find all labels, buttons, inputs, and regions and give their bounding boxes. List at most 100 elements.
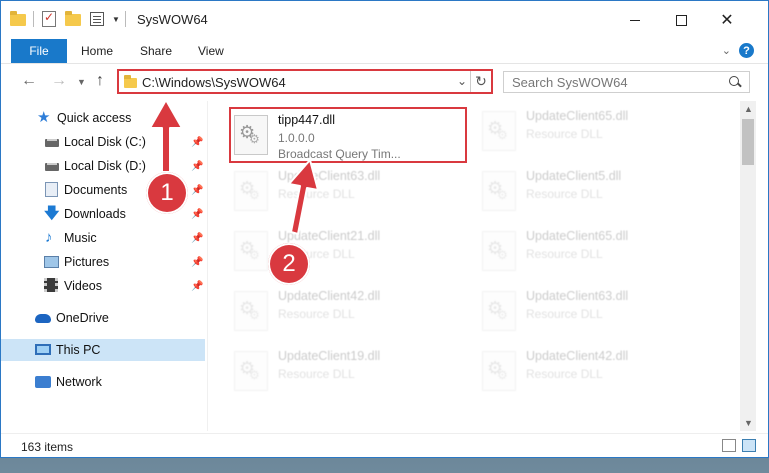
scrollbar-thumb[interactable] [742,119,754,165]
title-bar: ▼ SysWOW64 ✕ [1,1,768,39]
sidebar-item-label: Downloads [64,207,126,221]
file-tile[interactable]: UpdateClient63.dll Resource DLL [480,285,720,341]
pin-icon: 📌 [191,256,204,268]
recent-locations-icon[interactable]: ▼ [77,77,86,87]
file-name: UpdateClient65.dll [526,229,629,243]
forward-arrow-icon[interactable]: → [51,72,67,90]
address-bar[interactable]: C:\Windows\SysWOW64 ⌄ ↻ [117,69,493,94]
step-2-badge: 2 [268,243,310,285]
file-description: Resource DLL [278,307,355,321]
dll-file-icon [482,171,516,211]
up-arrow-icon[interactable]: ↑ [96,72,104,90]
disk-icon [45,134,61,150]
tab-share[interactable]: Share [140,39,172,63]
file-description: Resource DLL [278,187,355,201]
file-name: UpdateClient63.dll [278,169,381,183]
pin-icon: 📌 [191,280,204,292]
back-arrow-icon[interactable]: ← [21,72,37,90]
chevron-down-icon[interactable]: ▼ [112,15,120,24]
sidebar-item-label: This PC [56,343,101,357]
maximize-button[interactable] [658,1,704,39]
vertical-scrollbar[interactable]: ▲ ▼ [740,101,756,431]
sidebar-item-videos[interactable]: Videos 📌 [1,275,205,297]
divider [125,11,126,27]
file-tile[interactable]: UpdateClient5.dll Resource DLL [480,165,720,221]
sidebar-item-network[interactable]: Network [1,371,205,393]
pin-icon: 📌 [191,160,204,172]
help-icon[interactable]: ? [739,43,754,58]
file-description: Resource DLL [526,247,603,261]
scroll-down-icon[interactable]: ▼ [744,418,753,428]
dll-file-icon [482,351,516,391]
ribbon-tabs: File Home Share View ⌄ ? [1,39,768,63]
refresh-icon[interactable]: ↻ [470,71,491,92]
music-icon: ♪ [45,229,53,246]
minimize-icon [630,19,640,21]
sidebar-item-label: Quick access [57,111,132,125]
sidebar-item-label: Network [56,375,102,389]
details-view-icon[interactable] [722,439,736,452]
pin-icon: 📌 [191,208,204,220]
customize-toolbar-icon[interactable] [88,10,106,28]
sidebar-item-label: Local Disk (C:) [64,135,146,149]
status-bar: 163 items [1,433,768,457]
tab-view[interactable]: View [198,39,224,63]
file-tile[interactable]: UpdateClient21.dll Resource DLL [232,225,472,281]
cloud-icon [35,310,51,326]
dll-file-icon [234,231,268,271]
tab-home[interactable]: Home [81,39,113,63]
new-folder-icon[interactable] [64,10,82,28]
close-icon: ✕ [720,12,734,29]
dll-file-icon [482,231,516,271]
file-name: UpdateClient42.dll [278,289,381,303]
file-name: UpdateClient21.dll [278,229,381,243]
divider [33,11,34,27]
file-tile[interactable]: UpdateClient42.dll Resource DLL [480,345,720,401]
file-tile[interactable]: UpdateClient65.dll Resource DLL [480,225,720,281]
file-tile[interactable]: UpdateClient63.dll Resource DLL [232,165,472,221]
pin-icon: 📌 [191,232,204,244]
chevron-down-icon[interactable]: ⌄ [457,74,467,88]
sidebar-item-quick-access[interactable]: ★ Quick access [1,107,205,129]
file-tile[interactable]: UpdateClient42.dll Resource DLL [232,285,472,341]
address-row: ← → ▼ ↑ C:\Windows\SysWOW64 ⌄ ↻ Search S… [1,63,768,99]
sidebar-item-music[interactable]: ♪ Music 📌 [1,227,205,249]
dll-file-icon [234,351,268,391]
sidebar-item-this-pc[interactable]: This PC [1,339,205,361]
sidebar-item-label: Music [64,231,97,245]
highlight-box [229,107,467,163]
sidebar-item-label: Local Disk (D:) [64,159,146,173]
search-input[interactable]: Search SysWOW64 [503,71,750,93]
explorer-window: ▼ SysWOW64 ✕ File Home Share View ⌄ ? ← … [0,0,769,458]
sidebar-item-label: Videos [64,279,102,293]
search-icon [729,76,741,88]
expand-ribbon-icon[interactable]: ⌄ [722,44,731,57]
file-name: UpdateClient63.dll [526,289,629,303]
properties-check-icon[interactable] [40,10,58,28]
address-path[interactable]: C:\Windows\SysWOW64 [142,75,286,90]
file-tile[interactable]: UpdateClient19.dll Resource DLL [232,345,472,401]
sidebar-item-onedrive[interactable]: OneDrive [1,307,205,329]
maximize-icon [675,14,687,26]
disk-icon [45,158,61,174]
file-name: UpdateClient42.dll [526,349,629,363]
dll-file-icon [234,171,268,211]
file-description: Resource DLL [278,367,355,381]
tiles-view-icon[interactable] [742,439,756,452]
download-icon: 🡇 [44,205,60,222]
dll-file-icon [482,111,516,151]
sidebar-item-label: Pictures [64,255,110,269]
scroll-up-icon[interactable]: ▲ [744,104,753,114]
network-icon [35,374,51,390]
sidebar-item-pictures[interactable]: Pictures 📌 [1,251,205,273]
tab-file[interactable]: File [11,39,67,63]
star-icon: ★ [37,109,51,126]
sidebar-item-label: Documents [64,183,128,197]
minimize-button[interactable] [612,1,658,39]
sidebar-item-local-disk-c[interactable]: Local Disk (C:) 📌 [1,131,205,153]
folder-icon [124,75,138,89]
file-tile[interactable]: UpdateClient65.dll Resource DLL [480,105,720,161]
file-description: Resource DLL [526,367,603,381]
close-button[interactable]: ✕ [704,1,750,39]
navigation-pane: ★ Quick access Local Disk (C:) 📌 Local D… [1,101,207,431]
